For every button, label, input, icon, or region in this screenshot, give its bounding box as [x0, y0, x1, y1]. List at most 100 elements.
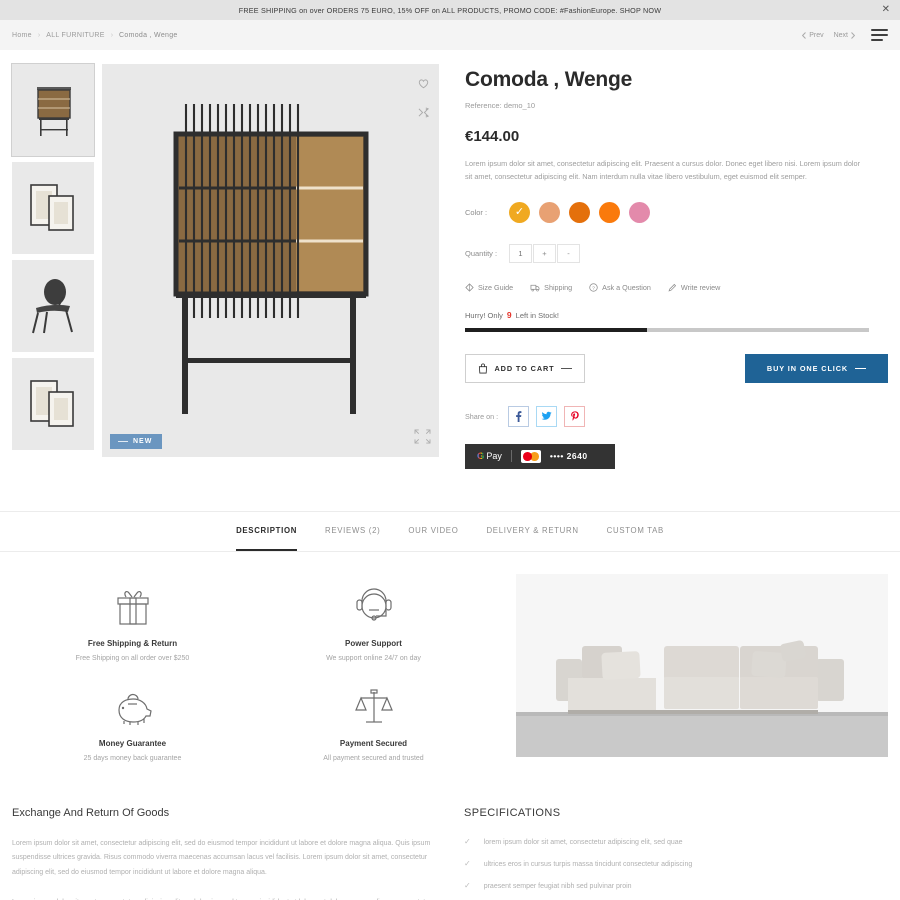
- pencil-icon: [668, 283, 676, 292]
- tab-reviews[interactable]: REVIEWS (2): [325, 526, 380, 542]
- color-swatch-dark-orange[interactable]: [569, 201, 590, 223]
- dash-decoration: [855, 367, 867, 369]
- chair-thumbnail-image: [32, 279, 73, 334]
- feature-grid: Free Shipping & Return Free Shipping on …: [12, 574, 494, 762]
- truck-icon: [530, 284, 540, 292]
- pinterest-share-button[interactable]: [564, 405, 586, 427]
- quantity-stepper: Quantity : 1 + -: [465, 243, 888, 263]
- exchange-return-title: Exchange And Return Of Goods: [12, 806, 170, 819]
- tabs-section: DESCRIPTION REVIEWS (2) OUR VIDEO DELIVE…: [0, 510, 900, 552]
- promo-text[interactable]: FREE SHIPPING on over ORDERS 75 EURO, 15…: [239, 6, 661, 15]
- list-item: ✓ lorem ipsum dolor sit amet, consectetu…: [464, 837, 888, 846]
- svg-text:?: ?: [592, 286, 595, 292]
- chair-thumbnail[interactable]: [12, 260, 94, 352]
- quantity-decrease-button[interactable]: -: [557, 243, 580, 263]
- product-price: €144.00: [465, 128, 520, 145]
- quantity-input[interactable]: 1: [509, 243, 532, 263]
- product-reference: Reference: demo_10: [465, 101, 536, 110]
- next-product-link[interactable]: Next: [834, 32, 855, 39]
- feature-title: Power Support: [345, 638, 402, 648]
- compare-shuffle-icon[interactable]: [418, 105, 430, 123]
- exchange-return-paragraph-1: Lorem ipsum dolor sit amet, consectetur …: [12, 839, 431, 876]
- tab-our-video[interactable]: OUR VIDEO: [408, 526, 458, 542]
- breadcrumb-item-home[interactable]: Home: [12, 32, 32, 39]
- stock-suffix: Left in Stock!: [515, 310, 560, 320]
- prev-product-link[interactable]: Prev: [802, 32, 824, 39]
- list-item: ✓ ultrices eros in cursus turpis massa t…: [464, 859, 888, 868]
- color-swatch-pink[interactable]: [629, 201, 650, 223]
- ask-question-label: Ask a Question: [602, 282, 651, 292]
- stock-count: 9: [506, 309, 512, 320]
- check-icon: ✓: [464, 836, 471, 846]
- add-to-cart-button[interactable]: ADD TO CART: [465, 353, 585, 383]
- tab-description[interactable]: DESCRIPTION: [236, 526, 298, 551]
- write-review-link[interactable]: Write review: [668, 283, 720, 292]
- feature-title: Money Guarantee: [98, 738, 167, 748]
- list-item: ✓ praesent semper feugiat nibh sed pulvi…: [464, 881, 888, 890]
- feature-subtitle: Free Shipping on all order over $250: [75, 654, 190, 662]
- image-action-icons: [418, 76, 430, 123]
- fullscreen-expand-icon[interactable]: [414, 429, 431, 449]
- color-swatch-amber[interactable]: ✓: [509, 201, 530, 223]
- shipping-link[interactable]: Shipping: [530, 283, 572, 292]
- product-links: Size Guide Shipping ? Ask a Question Wri…: [465, 283, 888, 292]
- promo-banner: FREE SHIPPING on over ORDERS 75 EURO, 15…: [0, 0, 900, 20]
- color-swatch-orange[interactable]: [599, 201, 620, 223]
- shopping-bag-icon: [479, 363, 488, 374]
- main-product-image[interactable]: NEW: [102, 64, 439, 457]
- feature-title: Free Shipping & Return: [87, 638, 178, 648]
- close-icon[interactable]: ✕: [882, 5, 890, 15]
- stock-prefix: Hurry! Only: [465, 310, 503, 320]
- check-icon: ✓: [514, 205, 525, 218]
- heart-icon[interactable]: [418, 76, 429, 94]
- new-badge: NEW: [110, 434, 163, 449]
- headset-support-icon: [253, 582, 494, 628]
- breadcrumb-bar: Home › ALL FURNITURE › Comoda , Wenge Pr…: [0, 20, 900, 50]
- feature-payment-secured: Payment Secured All payment secured and …: [253, 682, 494, 762]
- share-label: Share on :: [465, 411, 499, 421]
- frames-thumbnail[interactable]: [12, 162, 94, 254]
- quantity-increase-button[interactable]: +: [533, 243, 556, 263]
- check-icon: ✓: [464, 880, 471, 890]
- twitter-icon: [541, 412, 552, 421]
- facebook-share-button[interactable]: [508, 405, 530, 427]
- breadcrumb-item-current: Comoda , Wenge: [119, 31, 178, 39]
- breadcrumb-item-all-furniture[interactable]: ALL FURNITURE: [46, 32, 104, 39]
- google-g-letter: G: [477, 450, 485, 462]
- cabinet-thumbnail[interactable]: [11, 63, 95, 157]
- ask-question-link[interactable]: ? Ask a Question: [589, 283, 651, 292]
- tab-content-description: Free Shipping & Return Free Shipping on …: [0, 552, 900, 762]
- stock-message: Hurry! Only 9 Left in Stock!: [465, 310, 888, 320]
- tab-delivery-return[interactable]: DELIVERY & RETURN: [486, 526, 578, 542]
- color-label: Color :: [465, 207, 488, 217]
- specifications-title: SPECIFICATIONS: [464, 806, 561, 819]
- size-guide-label: Size Guide: [478, 282, 514, 292]
- feature-free-shipping: Free Shipping & Return Free Shipping on …: [12, 582, 253, 662]
- feature-subtitle: We support online 24/7 on day: [326, 654, 421, 662]
- feature-power-support: Power Support We support online 24/7 on …: [253, 582, 494, 662]
- tab-custom[interactable]: CUSTOM TAB: [607, 526, 664, 542]
- feature-title: Payment Secured: [339, 738, 408, 748]
- check-icon: ✓: [464, 858, 471, 868]
- feature-subtitle: 25 days money back guarantee: [83, 754, 182, 762]
- color-swatch-peach[interactable]: [539, 201, 560, 223]
- exchange-return-column: Exchange And Return Of Goods Lorem ipsum…: [12, 807, 436, 900]
- size-guide-link[interactable]: Size Guide: [465, 283, 513, 292]
- frames-thumbnail-image-2: [30, 380, 74, 427]
- thumbnail-list: [11, 63, 95, 469]
- twitter-share-button[interactable]: [536, 405, 558, 427]
- prev-next-nav: Prev Next: [802, 32, 855, 39]
- hamburger-menu-icon[interactable]: [871, 29, 888, 41]
- payment-method-bar[interactable]: G Pay •••• 2640: [465, 443, 615, 469]
- buy-in-one-click-button[interactable]: BUY IN ONE CLICK: [745, 353, 888, 383]
- frames-thumbnail-2[interactable]: [12, 358, 94, 450]
- stock-progress-bar: [465, 327, 869, 332]
- breadcrumb-separator: ›: [110, 31, 114, 39]
- color-selector: Color : ✓: [465, 201, 888, 223]
- google-pay-icon: G Pay: [477, 451, 502, 462]
- spec-text: ultrices eros in cursus turpis massa tin…: [483, 860, 693, 868]
- piggy-bank-icon: [12, 682, 253, 728]
- mastercard-icon: [520, 449, 541, 463]
- breadcrumb-separator: ›: [37, 31, 41, 39]
- facebook-icon: [516, 411, 522, 422]
